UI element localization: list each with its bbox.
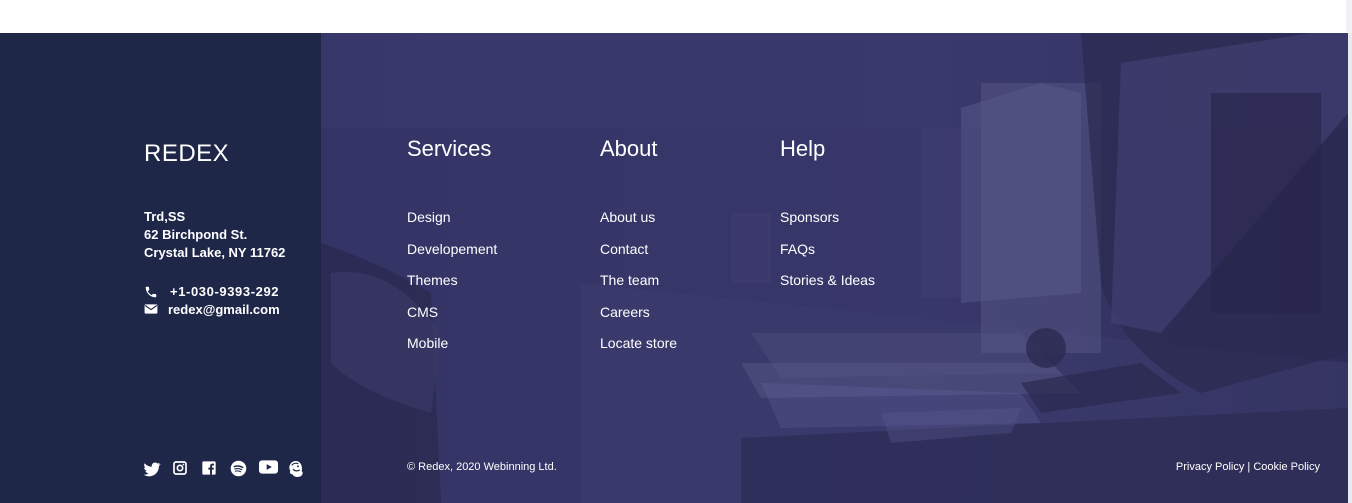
scrollbar[interactable] <box>1348 33 1352 503</box>
envelope-icon <box>144 303 160 317</box>
help-heading: Help <box>780 136 826 161</box>
help-link-faqs[interactable]: FAQs <box>780 241 815 257</box>
about-heading: About <box>600 136 658 161</box>
facebook-icon[interactable] <box>201 460 219 478</box>
services-link-cms[interactable]: CMS <box>407 304 438 320</box>
privacy-policy-link[interactable]: Privacy Policy <box>1176 461 1244 473</box>
email-contact[interactable]: redex@gmail.com <box>144 302 280 317</box>
footer-brand-panel: REDEX <box>0 33 321 503</box>
about-links: About us Contact The team Careers Locate… <box>600 208 677 366</box>
help-column: Help Sponsors FAQs Stories & Ideas <box>780 136 875 288</box>
about-link-contact[interactable]: Contact <box>600 241 648 257</box>
twitter-icon[interactable] <box>143 460 161 478</box>
address-block: Trd,SS 62 Birchpond St. Crystal Lake, NY… <box>144 208 285 262</box>
social-links <box>143 460 317 478</box>
help-link-sponsors[interactable]: Sponsors <box>780 209 839 225</box>
services-link-themes[interactable]: Themes <box>407 272 458 288</box>
about-link-about-us[interactable]: About us <box>600 209 655 225</box>
address-line-3: Crystal Lake, NY 11762 <box>144 245 286 260</box>
brand-logo-text[interactable]: REDEX <box>144 140 229 168</box>
copyright-text: © Redex, 2020 Webinning Ltd. <box>407 461 557 473</box>
services-column: Services Design Developement Themes CMS … <box>407 136 497 351</box>
email-address: redex@gmail.com <box>168 302 280 317</box>
services-link-development[interactable]: Developement <box>407 241 497 257</box>
cookie-policy-link[interactable]: Cookie Policy <box>1253 461 1320 473</box>
phone-icon <box>144 285 160 299</box>
services-link-design[interactable]: Design <box>407 209 451 225</box>
phone-contact[interactable]: +1-030-9393-292 <box>144 284 279 299</box>
phone-number: +1-030-9393-292 <box>170 284 280 299</box>
address-line-2: 62 Birchpond St. <box>144 227 248 242</box>
about-link-the-team[interactable]: The team <box>600 272 659 288</box>
instagram-icon[interactable] <box>172 460 190 478</box>
scroll-edge <box>1346 0 1352 33</box>
about-link-careers[interactable]: Careers <box>600 304 650 320</box>
about-link-locate-store[interactable]: Locate store <box>600 335 677 351</box>
spotify-icon[interactable] <box>230 460 248 478</box>
services-heading: Services <box>407 136 492 161</box>
services-link-mobile[interactable]: Mobile <box>407 335 448 351</box>
policy-separator: | <box>1244 461 1254 473</box>
services-links: Design Developement Themes CMS Mobile <box>407 208 497 366</box>
help-links: Sponsors FAQs Stories & Ideas <box>780 208 875 303</box>
youtube-icon[interactable] <box>259 460 278 478</box>
help-link-stories-ideas[interactable]: Stories & Ideas <box>780 272 875 288</box>
address-line-1: Trd,SS <box>144 209 186 224</box>
mailchimp-icon[interactable] <box>288 460 306 478</box>
top-page-strip <box>0 0 1352 33</box>
about-column: About About us Contact The team Careers … <box>600 136 677 351</box>
policy-links: Privacy Policy | Cookie Policy <box>1176 461 1320 473</box>
